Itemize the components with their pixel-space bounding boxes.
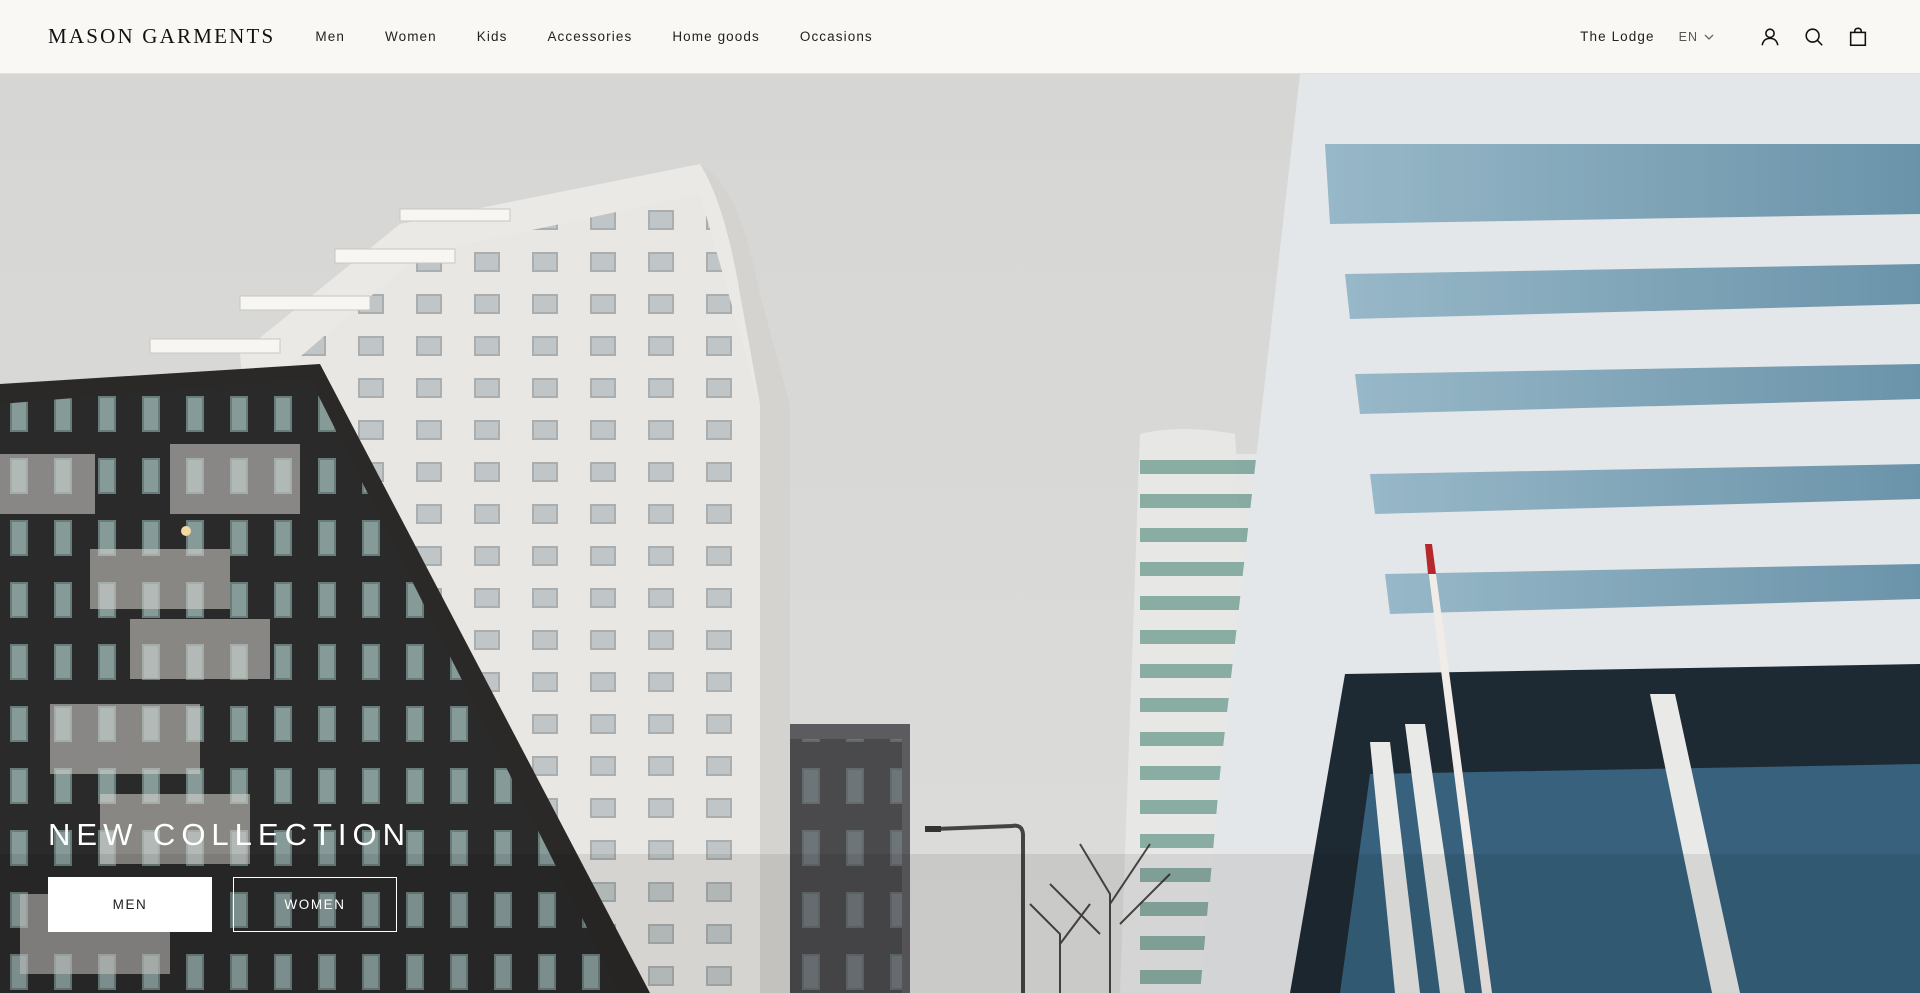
nav-item-women[interactable]: Women xyxy=(385,29,437,44)
header-actions: The Lodge EN xyxy=(1580,23,1872,51)
account-icon xyxy=(1761,27,1779,45)
cart-button[interactable] xyxy=(1844,23,1872,51)
hero-banner: NEW COLLECTION MEN WOMEN xyxy=(0,74,1920,993)
nav-item-occasions[interactable]: Occasions xyxy=(800,29,873,44)
store-link[interactable]: The Lodge xyxy=(1580,29,1654,44)
cart-bag-icon xyxy=(1849,27,1867,46)
search-button[interactable] xyxy=(1800,23,1828,51)
hero-content: NEW COLLECTION MEN WOMEN xyxy=(48,817,411,932)
nav-item-kids[interactable]: Kids xyxy=(477,29,508,44)
nav-item-accessories[interactable]: Accessories xyxy=(547,29,632,44)
shop-women-button[interactable]: WOMEN xyxy=(233,877,397,932)
main-nav: Men Women Kids Accessories Home goods Oc… xyxy=(315,29,872,44)
site-header: MASON GARMENTS Men Women Kids Accessorie… xyxy=(0,0,1920,74)
shop-men-button[interactable]: MEN xyxy=(48,877,212,932)
nav-item-men[interactable]: Men xyxy=(315,29,345,44)
language-selector[interactable]: EN xyxy=(1679,30,1714,44)
account-button[interactable] xyxy=(1756,23,1784,51)
hero-buttons: MEN WOMEN xyxy=(48,877,411,932)
nav-item-home-goods[interactable]: Home goods xyxy=(672,29,760,44)
hero-title: NEW COLLECTION xyxy=(48,817,412,852)
brand-logo[interactable]: MASON GARMENTS xyxy=(48,24,275,49)
language-label: EN xyxy=(1678,29,1698,44)
chevron-down-icon xyxy=(1704,34,1714,40)
search-icon xyxy=(1805,27,1823,46)
